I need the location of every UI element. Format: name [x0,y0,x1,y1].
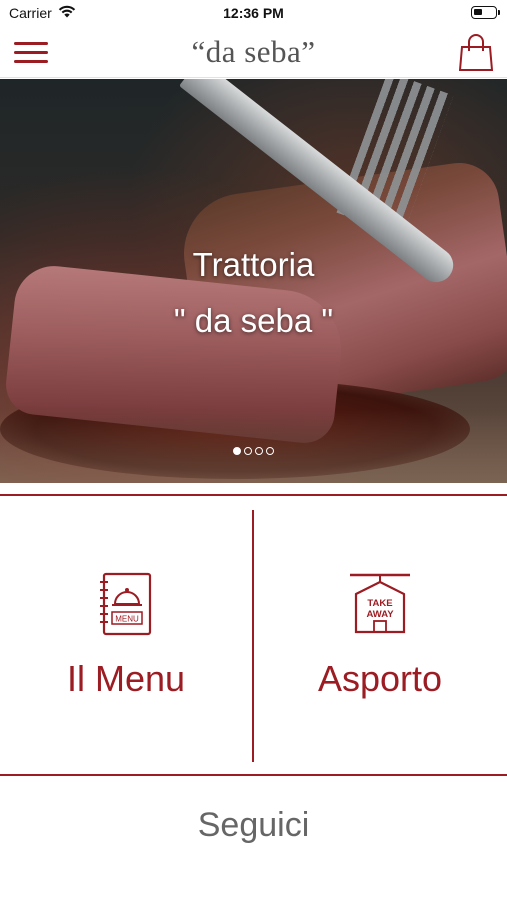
slider-pagination [0,447,507,455]
menu-tile[interactable]: MENU Il Menu [0,510,252,762]
status-bar: Carrier 12:36 PM [0,0,507,28]
hero-caption-line2: " da seba " [173,302,334,339]
hero-caption-line1: Trattoria [192,246,315,283]
battery-icon [471,6,500,19]
menu-tile-label: Il Menu [66,658,186,699]
svg-text:MENU: MENU [115,615,139,624]
shopping-bag-icon[interactable] [458,34,494,72]
battery-level [474,9,482,15]
app-title: “da seba” [191,34,316,69]
hero-slider[interactable]: Trattoria " da seba " [0,79,507,483]
takeaway-tile[interactable]: TAKE AWAY Asporto [254,510,506,762]
status-time: 12:36 PM [223,5,284,21]
hero-image-board [0,409,507,483]
menu-book-icon: MENU [98,572,154,641]
svg-text:TAKE: TAKE [367,598,392,609]
slider-dot-3[interactable] [255,447,263,455]
divider-bottom [0,774,507,776]
takeaway-sign-icon: TAKE AWAY [348,572,412,641]
slider-dot-1[interactable] [233,447,241,455]
slider-dot-4[interactable] [266,447,274,455]
status-right [471,6,500,19]
svg-text:AWAY: AWAY [366,609,394,620]
hero-caption: Trattoria " da seba " [0,237,507,349]
takeaway-tile-label: Asporto [317,658,443,699]
divider-top [0,494,507,496]
slider-dot-2[interactable] [244,447,252,455]
follow-us-button[interactable]: Seguici [0,806,507,845]
nav-bar: “da seba” [0,28,507,78]
